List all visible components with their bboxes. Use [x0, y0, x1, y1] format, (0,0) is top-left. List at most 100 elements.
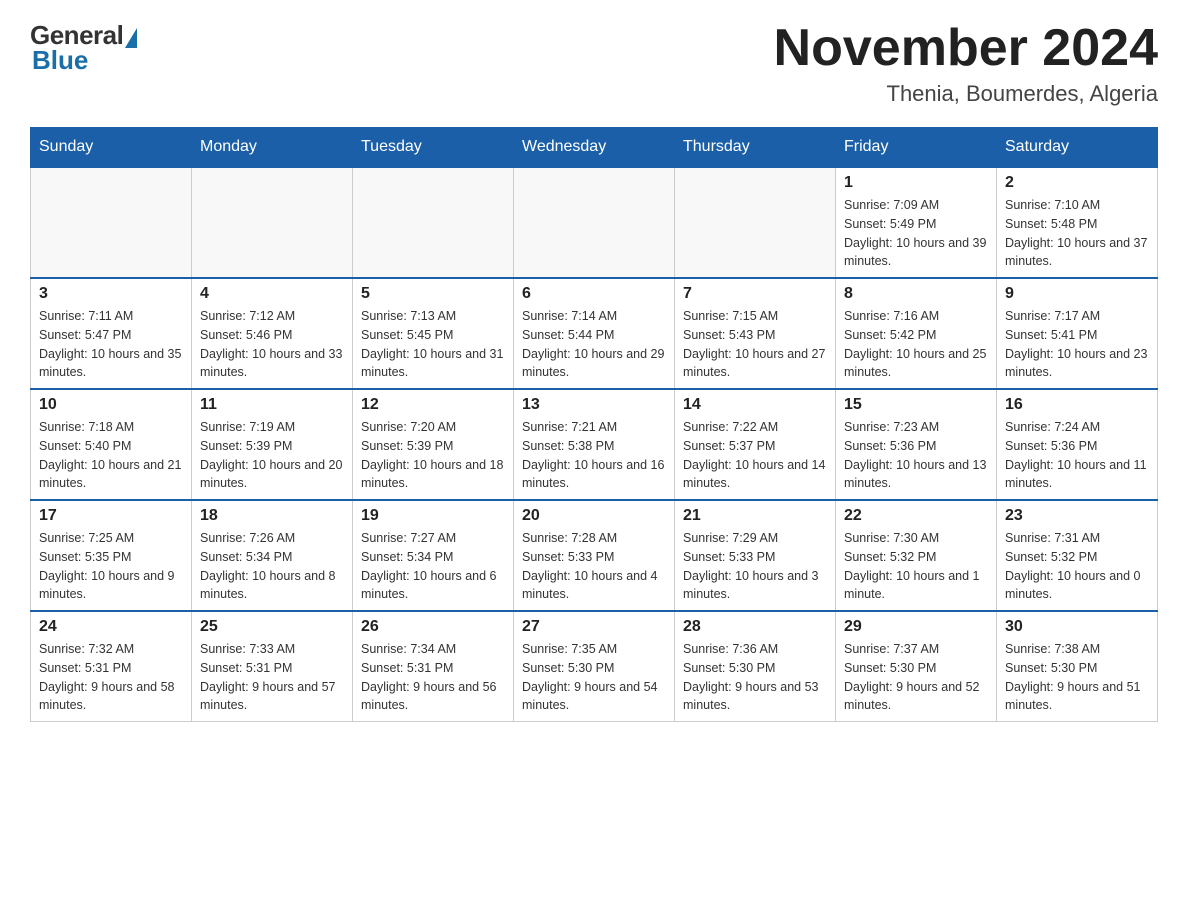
day-info: Sunrise: 7:22 AMSunset: 5:37 PMDaylight:…	[683, 418, 827, 493]
day-info: Sunrise: 7:33 AMSunset: 5:31 PMDaylight:…	[200, 640, 344, 715]
page-header: General Blue November 2024 Thenia, Boume…	[30, 20, 1158, 107]
day-number: 10	[39, 396, 183, 414]
day-info: Sunrise: 7:36 AMSunset: 5:30 PMDaylight:…	[683, 640, 827, 715]
calendar-day-cell: 1 Sunrise: 7:09 AMSunset: 5:49 PMDaylight…	[836, 167, 997, 278]
calendar-table: SundayMondayTuesdayWednesdayThursdayFrid…	[30, 127, 1158, 722]
calendar-day-cell: 5 Sunrise: 7:13 AMSunset: 5:45 PMDaylight…	[353, 278, 514, 389]
day-info: Sunrise: 7:16 AMSunset: 5:42 PMDaylight:…	[844, 307, 988, 382]
day-info: Sunrise: 7:27 AMSunset: 5:34 PMDaylight:…	[361, 529, 505, 604]
day-number: 15	[844, 396, 988, 414]
day-info: Sunrise: 7:10 AMSunset: 5:48 PMDaylight:…	[1005, 196, 1149, 271]
day-info: Sunrise: 7:24 AMSunset: 5:36 PMDaylight:…	[1005, 418, 1149, 493]
day-number: 23	[1005, 507, 1149, 525]
day-number: 9	[1005, 285, 1149, 303]
calendar-day-cell: 2 Sunrise: 7:10 AMSunset: 5:48 PMDaylight…	[997, 167, 1158, 278]
calendar-day-cell: 14 Sunrise: 7:22 AMSunset: 5:37 PMDayligh…	[675, 389, 836, 500]
day-number: 17	[39, 507, 183, 525]
calendar-day-cell: 27Sunrise: 7:35 AMSunset: 5:30 PMDayligh…	[514, 611, 675, 722]
day-info: Sunrise: 7:37 AMSunset: 5:30 PMDaylight:…	[844, 640, 988, 715]
logo: General Blue	[30, 20, 137, 76]
day-info: Sunrise: 7:26 AMSunset: 5:34 PMDaylight:…	[200, 529, 344, 604]
calendar-day-cell: 3 Sunrise: 7:11 AMSunset: 5:47 PMDaylight…	[31, 278, 192, 389]
calendar-week-row: 1 Sunrise: 7:09 AMSunset: 5:49 PMDaylight…	[31, 167, 1158, 278]
calendar-day-cell: 13Sunrise: 7:21 AMSunset: 5:38 PMDayligh…	[514, 389, 675, 500]
calendar-day-cell: 30Sunrise: 7:38 AMSunset: 5:30 PMDayligh…	[997, 611, 1158, 722]
day-info: Sunrise: 7:28 AMSunset: 5:33 PMDaylight:…	[522, 529, 666, 604]
day-number: 22	[844, 507, 988, 525]
calendar-day-cell: 9 Sunrise: 7:17 AMSunset: 5:41 PMDaylight…	[997, 278, 1158, 389]
day-info: Sunrise: 7:38 AMSunset: 5:30 PMDaylight:…	[1005, 640, 1149, 715]
day-number: 19	[361, 507, 505, 525]
day-number: 26	[361, 618, 505, 636]
calendar-day-cell: 12Sunrise: 7:20 AMSunset: 5:39 PMDayligh…	[353, 389, 514, 500]
title-section: November 2024 Thenia, Boumerdes, Algeria	[774, 20, 1158, 107]
calendar-day-header: Sunday	[31, 128, 192, 168]
calendar-day-cell	[514, 167, 675, 278]
calendar-day-cell: 22 Sunrise: 7:30 AMSunset: 5:32 PMDayligh…	[836, 500, 997, 611]
calendar-day-header: Friday	[836, 128, 997, 168]
calendar-day-header: Saturday	[997, 128, 1158, 168]
calendar-day-header: Tuesday	[353, 128, 514, 168]
calendar-day-cell: 23Sunrise: 7:31 AMSunset: 5:32 PMDayligh…	[997, 500, 1158, 611]
calendar-day-cell: 19 Sunrise: 7:27 AMSunset: 5:34 PMDayligh…	[353, 500, 514, 611]
calendar-day-cell: 4 Sunrise: 7:12 AMSunset: 5:46 PMDaylight…	[192, 278, 353, 389]
day-number: 25	[200, 618, 344, 636]
month-title: November 2024	[774, 20, 1158, 77]
day-info: Sunrise: 7:12 AMSunset: 5:46 PMDaylight:…	[200, 307, 344, 382]
calendar-day-cell: 10 Sunrise: 7:18 AMSunset: 5:40 PMDayligh…	[31, 389, 192, 500]
calendar-day-cell: 11 Sunrise: 7:19 AMSunset: 5:39 PMDayligh…	[192, 389, 353, 500]
calendar-day-cell: 25 Sunrise: 7:33 AMSunset: 5:31 PMDayligh…	[192, 611, 353, 722]
day-number: 24	[39, 618, 183, 636]
day-number: 5	[361, 285, 505, 303]
calendar-day-cell: 26Sunrise: 7:34 AMSunset: 5:31 PMDayligh…	[353, 611, 514, 722]
day-info: Sunrise: 7:15 AMSunset: 5:43 PMDaylight:…	[683, 307, 827, 382]
day-info: Sunrise: 7:21 AMSunset: 5:38 PMDaylight:…	[522, 418, 666, 493]
day-number: 11	[200, 396, 344, 414]
day-number: 14	[683, 396, 827, 414]
day-info: Sunrise: 7:18 AMSunset: 5:40 PMDaylight:…	[39, 418, 183, 493]
logo-triangle-icon	[125, 28, 137, 48]
calendar-week-row: 24 Sunrise: 7:32 AMSunset: 5:31 PMDayligh…	[31, 611, 1158, 722]
calendar-day-cell: 15Sunrise: 7:23 AMSunset: 5:36 PMDayligh…	[836, 389, 997, 500]
day-info: Sunrise: 7:14 AMSunset: 5:44 PMDaylight:…	[522, 307, 666, 382]
calendar-day-cell: 8 Sunrise: 7:16 AMSunset: 5:42 PMDaylight…	[836, 278, 997, 389]
calendar-day-cell: 29 Sunrise: 7:37 AMSunset: 5:30 PMDayligh…	[836, 611, 997, 722]
calendar-day-cell: 17 Sunrise: 7:25 AMSunset: 5:35 PMDayligh…	[31, 500, 192, 611]
day-info: Sunrise: 7:29 AMSunset: 5:33 PMDaylight:…	[683, 529, 827, 604]
calendar-week-row: 3 Sunrise: 7:11 AMSunset: 5:47 PMDaylight…	[31, 278, 1158, 389]
calendar-day-cell: 20Sunrise: 7:28 AMSunset: 5:33 PMDayligh…	[514, 500, 675, 611]
day-info: Sunrise: 7:20 AMSunset: 5:39 PMDaylight:…	[361, 418, 505, 493]
calendar-day-cell: 16Sunrise: 7:24 AMSunset: 5:36 PMDayligh…	[997, 389, 1158, 500]
day-number: 28	[683, 618, 827, 636]
calendar-day-cell	[31, 167, 192, 278]
location-subtitle: Thenia, Boumerdes, Algeria	[774, 81, 1158, 107]
day-number: 8	[844, 285, 988, 303]
calendar-day-cell: 6 Sunrise: 7:14 AMSunset: 5:44 PMDaylight…	[514, 278, 675, 389]
calendar-day-cell: 7 Sunrise: 7:15 AMSunset: 5:43 PMDaylight…	[675, 278, 836, 389]
calendar-day-cell	[353, 167, 514, 278]
day-info: Sunrise: 7:32 AMSunset: 5:31 PMDaylight:…	[39, 640, 183, 715]
day-number: 1	[844, 174, 988, 192]
day-info: Sunrise: 7:09 AMSunset: 5:49 PMDaylight:…	[844, 196, 988, 271]
calendar-week-row: 17 Sunrise: 7:25 AMSunset: 5:35 PMDayligh…	[31, 500, 1158, 611]
day-info: Sunrise: 7:30 AMSunset: 5:32 PMDaylight:…	[844, 529, 988, 604]
day-info: Sunrise: 7:17 AMSunset: 5:41 PMDaylight:…	[1005, 307, 1149, 382]
calendar-day-cell: 28 Sunrise: 7:36 AMSunset: 5:30 PMDayligh…	[675, 611, 836, 722]
day-number: 3	[39, 285, 183, 303]
day-info: Sunrise: 7:25 AMSunset: 5:35 PMDaylight:…	[39, 529, 183, 604]
day-number: 4	[200, 285, 344, 303]
calendar-day-cell: 24 Sunrise: 7:32 AMSunset: 5:31 PMDayligh…	[31, 611, 192, 722]
day-info: Sunrise: 7:19 AMSunset: 5:39 PMDaylight:…	[200, 418, 344, 493]
day-info: Sunrise: 7:13 AMSunset: 5:45 PMDaylight:…	[361, 307, 505, 382]
day-number: 6	[522, 285, 666, 303]
calendar-day-header: Monday	[192, 128, 353, 168]
day-number: 27	[522, 618, 666, 636]
calendar-day-cell	[192, 167, 353, 278]
day-info: Sunrise: 7:11 AMSunset: 5:47 PMDaylight:…	[39, 307, 183, 382]
day-number: 18	[200, 507, 344, 525]
day-number: 29	[844, 618, 988, 636]
day-number: 2	[1005, 174, 1149, 192]
day-number: 7	[683, 285, 827, 303]
calendar-day-cell: 21Sunrise: 7:29 AMSunset: 5:33 PMDayligh…	[675, 500, 836, 611]
logo-blue-text: Blue	[32, 45, 88, 76]
